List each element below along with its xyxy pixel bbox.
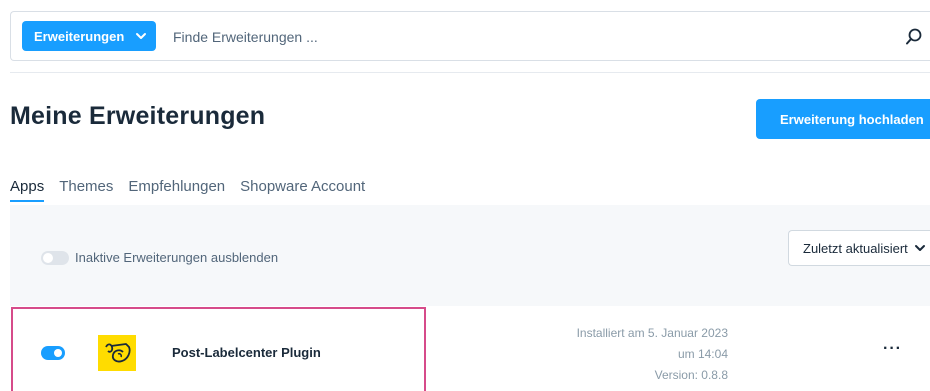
chevron-down-icon: [136, 33, 147, 39]
extension-name[interactable]: Post-Labelcenter Plugin: [172, 345, 321, 360]
extension-active-toggle[interactable]: [41, 346, 65, 360]
extension-version: Version: 0.8.8: [654, 368, 728, 382]
upload-extension-button[interactable]: Erweiterung hochladen: [756, 99, 930, 139]
toggle-knob: [54, 349, 62, 357]
tab-apps[interactable]: Apps: [10, 178, 45, 202]
search-scope-label: Erweiterungen: [34, 28, 125, 44]
tab-empfehlungen[interactable]: Empfehlungen: [128, 178, 225, 202]
search-input[interactable]: [171, 24, 875, 50]
tab-shopware-account[interactable]: Shopware Account: [240, 178, 365, 202]
installed-time: um 14:04: [677, 347, 728, 361]
extension-listing: Inaktive Erweiterungen ausblenden Zuletz…: [10, 205, 930, 391]
hide-inactive-toggle[interactable]: [41, 251, 69, 265]
search-icon[interactable]: [904, 27, 924, 47]
search-scope-button[interactable]: Erweiterungen: [22, 21, 156, 51]
chevron-down-icon: [914, 245, 925, 251]
sort-select-label: Zuletzt aktualisiert: [803, 240, 908, 256]
more-actions-button[interactable]: ···: [883, 341, 902, 357]
sort-select[interactable]: Zuletzt aktualisiert: [788, 230, 930, 266]
page-title: Meine Erweiterungen: [10, 102, 266, 130]
extension-meta: Installiert am 5. Januar 2023 um 14:04 V…: [577, 323, 728, 386]
post-horn-icon: [98, 335, 136, 371]
installed-date: Installiert am 5. Januar 2023: [576, 326, 728, 340]
tab-themes[interactable]: Themes: [59, 178, 113, 202]
extension-row: Post-Labelcenter Plugin Installiert am 5…: [10, 306, 930, 391]
hide-inactive-label: Inaktive Erweiterungen ausblenden: [75, 250, 279, 265]
toggle-knob: [43, 253, 53, 263]
tab-bar: Apps Themes Empfehlungen Shopware Accoun…: [10, 178, 380, 202]
search-bar: Erweiterungen: [10, 11, 930, 61]
header-divider: [10, 72, 930, 73]
